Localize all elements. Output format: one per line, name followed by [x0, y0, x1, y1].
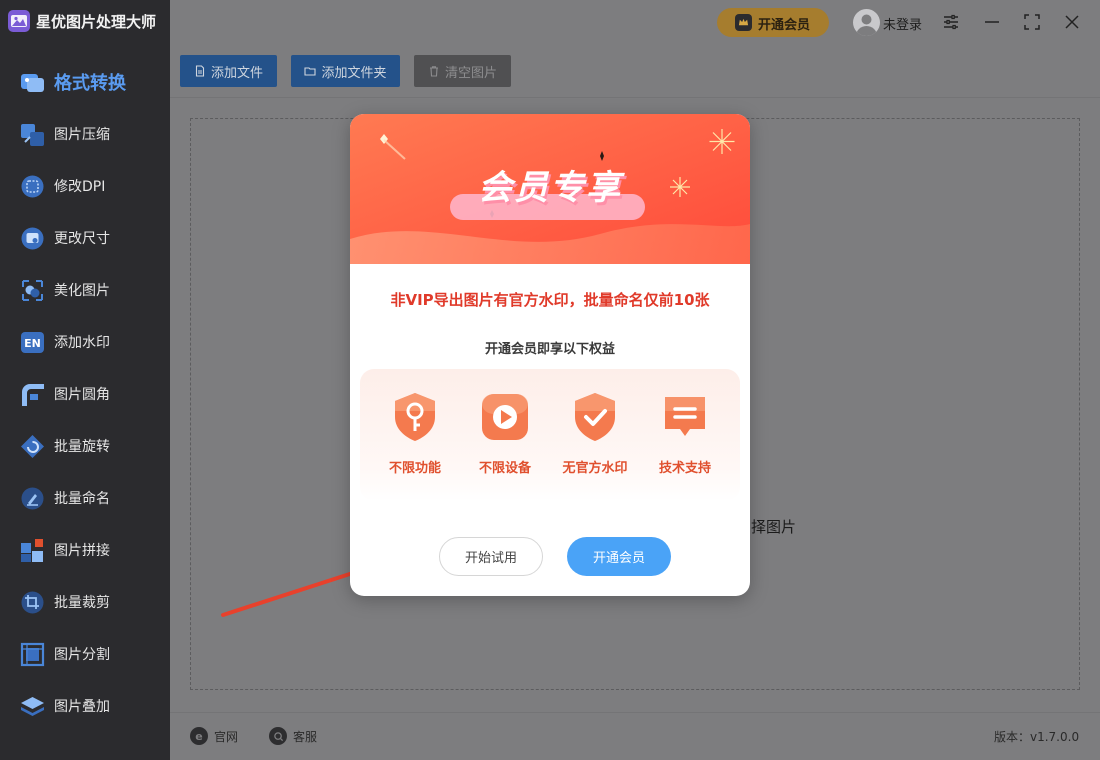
benefit-no-watermark: 无官方水印	[550, 389, 640, 476]
open-vip-top-label: 开通会员	[758, 18, 811, 33]
sidebar-item-split[interactable]: 图片分割	[0, 628, 170, 680]
add-folder-button[interactable]: 添加文件夹	[291, 55, 400, 87]
play-device-icon	[477, 389, 533, 445]
sidebar-item-label: 格式转换	[54, 73, 126, 94]
website-link[interactable]: e 官网	[190, 726, 238, 746]
benefit-label: 不限设备	[478, 461, 531, 476]
clear-images-label: 清空图片	[444, 65, 497, 81]
sidebar-item-label: 图片分割	[54, 647, 110, 663]
support-label: 客服	[293, 729, 318, 744]
footer-divider	[170, 712, 1100, 713]
open-vip-button[interactable]: 开通会员	[567, 537, 671, 576]
app-logo-icon	[8, 10, 30, 32]
top-bar: 开通会员 未登录	[170, 0, 1100, 44]
support-chat-icon	[269, 727, 287, 745]
format-convert-icon	[20, 70, 45, 95]
benefit-unlimited-features: 不限功能	[370, 389, 460, 476]
settings-sliders-icon[interactable]	[940, 11, 962, 33]
sidebar-item-stitch[interactable]: 图片拼接	[0, 524, 170, 576]
trash-icon	[429, 66, 438, 77]
sidebar-item-label: 添加水印	[54, 335, 110, 351]
start-trial-button[interactable]: 开始试用	[439, 537, 543, 576]
benefit-label: 技术支持	[658, 461, 711, 476]
svg-text:EN: EN	[24, 337, 41, 350]
split-icon	[20, 642, 45, 667]
sidebar-item-rounded-corner[interactable]: 图片圆角	[0, 368, 170, 420]
rename-icon	[20, 486, 45, 511]
benefit-label: 无官方水印	[562, 461, 628, 476]
sidebar-item-label: 图片拼接	[54, 543, 110, 559]
overlay-icon	[20, 694, 45, 719]
vip-subtitle: 开通会员即享以下权益	[484, 342, 615, 357]
login-status[interactable]: 未登录	[883, 14, 922, 33]
crown-icon	[735, 14, 752, 31]
close-icon[interactable]	[1061, 11, 1083, 33]
sidebar-item-compress[interactable]: 图片压缩	[0, 108, 170, 160]
toolbar-divider	[170, 97, 1100, 98]
sidebar-item-rename[interactable]: 批量命名	[0, 472, 170, 524]
sidebar-item-label: 图片叠加	[54, 699, 110, 715]
benefit-panel: 不限功能 不限设备 无官方水印 技术支持	[360, 369, 740, 501]
support-link[interactable]: 客服	[269, 726, 317, 746]
benefit-tech-support: 技术支持	[640, 389, 730, 476]
sidebar-item-label: 美化图片	[54, 283, 110, 299]
sidebar-item-label: 图片压缩	[54, 127, 110, 143]
resize-icon	[20, 226, 45, 251]
crop-icon	[20, 590, 45, 615]
key-shield-icon	[387, 389, 443, 445]
beautify-icon	[20, 278, 45, 303]
website-label: 官网	[214, 729, 239, 744]
clear-images-button[interactable]: 清空图片	[414, 55, 511, 87]
sidebar-item-beautify[interactable]: 美化图片	[0, 264, 170, 316]
file-icon	[195, 65, 205, 77]
vip-notice: 非VIP导出图片有官方水印，批量命名仅前10张	[390, 291, 710, 309]
chat-support-icon	[657, 389, 713, 445]
compress-icon	[20, 122, 45, 147]
sidebar-item-dpi[interactable]: 修改DPI	[0, 160, 170, 212]
rounded-corner-icon	[20, 382, 45, 407]
sidebar-item-crop[interactable]: 批量裁剪	[0, 576, 170, 628]
open-vip-top-button[interactable]: 开通会员	[717, 8, 829, 37]
add-file-button[interactable]: 添加文件	[180, 55, 277, 87]
rotate-icon	[20, 434, 45, 459]
dpi-icon	[20, 174, 45, 199]
sidebar: 星优图片处理大师 格式转换 图片压缩 修改DPI 更改尺寸 美化图片 EN 添加…	[0, 0, 170, 760]
sidebar-item-label: 修改DPI	[54, 179, 106, 195]
maximize-icon[interactable]	[1021, 11, 1043, 33]
sidebar-item-overlay[interactable]: 图片叠加	[0, 680, 170, 732]
add-file-label: 添加文件	[210, 65, 263, 81]
add-folder-label: 添加文件夹	[321, 65, 387, 81]
sidebar-item-label: 更改尺寸	[54, 231, 110, 247]
minimize-icon[interactable]	[981, 11, 1003, 33]
sidebar-item-label: 图片圆角	[54, 387, 110, 403]
watermark-icon: EN	[20, 330, 45, 355]
check-shield-icon	[567, 389, 623, 445]
folder-icon	[304, 67, 317, 76]
sidebar-item-label: 批量命名	[54, 491, 110, 507]
app-title: 星优图片处理大师	[36, 13, 157, 31]
benefit-label: 不限功能	[388, 461, 441, 476]
sidebar-item-rotate[interactable]: 批量旋转	[0, 420, 170, 472]
version-text: 版本：v1.7.0.0	[994, 730, 1080, 744]
sidebar-item-format-convert[interactable]: 格式转换	[0, 56, 170, 108]
vip-banner-title: 会员专享	[478, 168, 622, 208]
drop-hint-text: 择图片	[751, 518, 796, 536]
benefit-unlimited-devices: 不限设备	[460, 389, 550, 476]
sidebar-item-resize[interactable]: 更改尺寸	[0, 212, 170, 264]
sidebar-item-label: 批量旋转	[54, 439, 110, 455]
avatar[interactable]	[853, 9, 880, 36]
sidebar-item-watermark[interactable]: EN 添加水印	[0, 316, 170, 368]
sidebar-item-label: 批量裁剪	[54, 595, 110, 611]
browser-e-icon: e	[190, 727, 208, 745]
stitch-icon	[20, 538, 45, 563]
